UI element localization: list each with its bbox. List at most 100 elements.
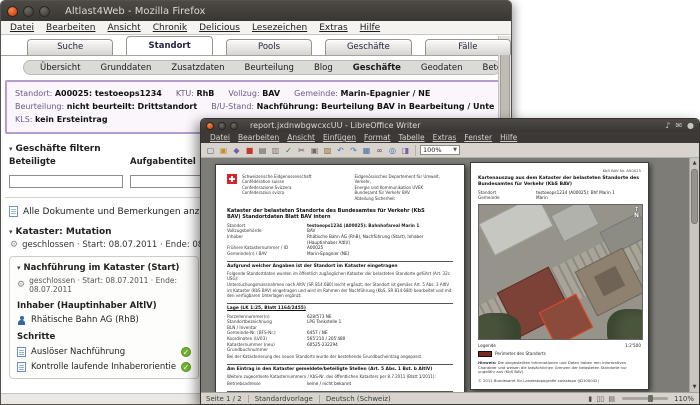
menu-item[interactable]: Tabelle xyxy=(394,133,428,142)
menu-item[interactable]: Ansicht xyxy=(283,133,319,142)
window-title: Altlast4Web - Mozilla Firefox xyxy=(65,5,206,17)
close-button[interactable] xyxy=(7,5,18,17)
field-rows: Parzellennummer(n) 628/573 NE Standortbeze… xyxy=(227,314,453,353)
menu-item[interactable]: Extras xyxy=(429,133,461,142)
section-nav-item[interactable]: Geschäfte xyxy=(343,63,411,73)
close-button[interactable] xyxy=(206,121,214,130)
navigator-icon[interactable]: ◎ xyxy=(387,145,398,156)
menu-item[interactable]: Delicious xyxy=(193,23,246,33)
paragraph: Folgende Standortdaten wurden im öffentl… xyxy=(227,271,450,282)
save-icon[interactable]: ◆ xyxy=(231,145,242,156)
menu-item[interactable]: Ansicht xyxy=(101,23,146,33)
new-document-icon[interactable]: ▢ xyxy=(205,145,216,156)
section-nav-item[interactable]: Übersicht xyxy=(30,63,91,73)
maximize-button[interactable] xyxy=(39,5,50,17)
gallery-icon[interactable]: ◨ xyxy=(400,145,411,156)
section-nav-item[interactable]: Zusatzdaten xyxy=(161,63,234,73)
main-tab[interactable]: Suche xyxy=(27,39,114,55)
multi-page-view-icon[interactable]: ▯▯ xyxy=(596,395,604,403)
menu-item[interactable]: Fenster xyxy=(460,133,496,142)
minimize-button[interactable] xyxy=(23,5,34,17)
field-row: Inhaber Rhätische Bahn AG (RhB), Nachführ… xyxy=(227,234,424,245)
writer-menubar: Datei Bearbeiten Ansicht Einfügen Format Tabe… xyxy=(201,132,699,143)
print-icon[interactable]: ▤ xyxy=(257,145,268,156)
paragraph: Weitere zugeordnete Katasternummern / Kb… xyxy=(227,373,436,379)
minimize-button[interactable] xyxy=(218,121,226,130)
menu-item[interactable]: Hilfe xyxy=(496,133,521,142)
nachfuehrung-title[interactable]: ▾ Nachführung im Kataster (Start) xyxy=(17,263,191,273)
open-icon[interactable]: ▣ xyxy=(218,145,229,156)
paragraph: Bei der Katasterierung des neuen Standor… xyxy=(227,353,423,359)
window-title: report.jxdnwbgwcxcUU - LibreOffice Write… xyxy=(250,121,421,130)
writer-scrollbar[interactable]: ▲ ▼ xyxy=(689,158,699,392)
section-heading: Lage (LK 1:25, Blatt 1164/2455) xyxy=(227,303,453,312)
nachfuehrung-box: ▾ Nachführung im Kataster (Start) ⚙ gesch… xyxy=(9,256,199,379)
maximize-button[interactable] xyxy=(230,121,238,130)
page-corner-ref: KbS BAV Nr. A00025 xyxy=(602,168,641,173)
filter-input[interactable] xyxy=(9,175,123,188)
volume-icon[interactable]: ♪ xyxy=(665,119,670,132)
menu-item[interactable]: Bearbeiten xyxy=(234,133,283,142)
hyperlink-icon[interactable]: ∞ xyxy=(374,145,385,156)
menu-item[interactable]: Lesezeichen xyxy=(246,23,313,33)
zoom-combobox[interactable]: 100% ▼ xyxy=(420,145,460,155)
scroll-up-icon[interactable]: ▲ xyxy=(690,158,699,168)
print-preview-icon[interactable]: ▥ xyxy=(270,145,281,156)
mail-icon[interactable]: ✉ xyxy=(675,119,682,132)
main-tab[interactable]: Geschäfte xyxy=(325,39,412,55)
collapse-triangle-icon: ▾ xyxy=(9,145,13,153)
step-row[interactable]: Auslöser Nachführung ✓ xyxy=(17,347,191,357)
book-view-icon[interactable]: ▤ xyxy=(608,395,615,403)
menu-item[interactable]: Extras xyxy=(313,23,353,33)
copy-icon[interactable]: ▣ xyxy=(309,145,320,156)
session-icon[interactable]: ● xyxy=(687,119,694,132)
scroll-down-icon[interactable]: ▼ xyxy=(690,382,699,392)
panel-indicators: ♪ ✉ ● xyxy=(665,119,694,132)
menu-item[interactable]: Hilfe xyxy=(354,23,386,33)
menu-item[interactable]: Datei xyxy=(206,133,234,142)
status-pagestyle[interactable]: Standardvorlage xyxy=(255,395,313,403)
firefox-titlebar[interactable]: Altlast4Web - Mozilla Firefox xyxy=(1,1,511,21)
main-tab[interactable]: Pools xyxy=(225,39,313,55)
section-nav-item[interactable]: Geodaten xyxy=(411,63,473,73)
section-nav-item[interactable]: Grunddaten xyxy=(91,63,162,73)
main-tab[interactable]: Standort xyxy=(126,36,213,55)
cut-icon[interactable]: ✂ xyxy=(296,145,307,156)
section-nav-item[interactable]: Blog xyxy=(304,63,343,73)
check-icon: ✓ xyxy=(181,347,191,357)
menu-item[interactable]: Chronik xyxy=(147,23,193,33)
redo-icon[interactable]: ↷ xyxy=(348,145,359,156)
inhaber-row[interactable]: Rhätische Bahn AG (RhB) xyxy=(17,315,191,325)
info-pair: Standort: A00025: testoeops1234 xyxy=(15,89,162,98)
undo-icon[interactable]: ↶ xyxy=(335,145,346,156)
table-icon[interactable]: ▦ xyxy=(361,145,372,156)
zoom-slider[interactable] xyxy=(621,395,668,402)
section-nav: Übersicht Grunddaten Zusatzdaten Beurteilun… xyxy=(23,60,511,75)
status-page[interactable]: Seite 1 / 2 xyxy=(206,395,242,403)
spellcheck-icon[interactable]: ✓ xyxy=(283,145,294,156)
writer-titlebar[interactable]: report.jxdnwbgwcxcUU - LibreOffice Write… xyxy=(201,119,699,132)
swiss-flag-icon xyxy=(227,174,237,184)
menu-item[interactable]: Datei xyxy=(4,23,40,33)
department-address: Eidgenössisches Departement für Umwelt, … xyxy=(354,174,440,201)
export-pdf-icon[interactable]: ■ xyxy=(244,145,255,156)
section-nav-item[interactable]: Beurteilung xyxy=(235,63,304,73)
menu-item[interactable]: Einfügen xyxy=(319,133,360,142)
paste-icon[interactable]: ▨ xyxy=(322,145,333,156)
view-layout-buttons[interactable]: ▮ ▯▯ ▤ xyxy=(587,395,616,403)
status-language[interactable]: Deutsch (Schweiz) xyxy=(326,395,391,403)
main-tab[interactable]: Fälle xyxy=(424,39,511,55)
menu-item[interactable]: Format xyxy=(360,133,394,142)
status-zoom[interactable]: 110% xyxy=(674,395,694,403)
menu-item[interactable]: Bearbeiten xyxy=(40,23,101,33)
copyright: © 2011 Bundesamt für Landestopografie sw… xyxy=(478,378,599,384)
hint-text: Die dargestellten Informationen und Date… xyxy=(478,359,627,375)
zoom-slider-knob[interactable] xyxy=(647,395,653,402)
single-page-view-icon[interactable]: ▮ xyxy=(588,395,592,403)
federal-address: Schweizerische Eidgenossenschaft Confédér… xyxy=(242,174,312,196)
step-row[interactable]: Kontrolle laufende Inhaberorientierung ✓ xyxy=(17,362,191,372)
scrollbar-thumb[interactable] xyxy=(691,169,698,224)
field-label: Beteiligte xyxy=(9,157,56,167)
main-tabs: Suche Standort Pools Geschäfte Fälle xyxy=(1,36,511,56)
info-pair: KTU: RhB xyxy=(175,89,215,98)
